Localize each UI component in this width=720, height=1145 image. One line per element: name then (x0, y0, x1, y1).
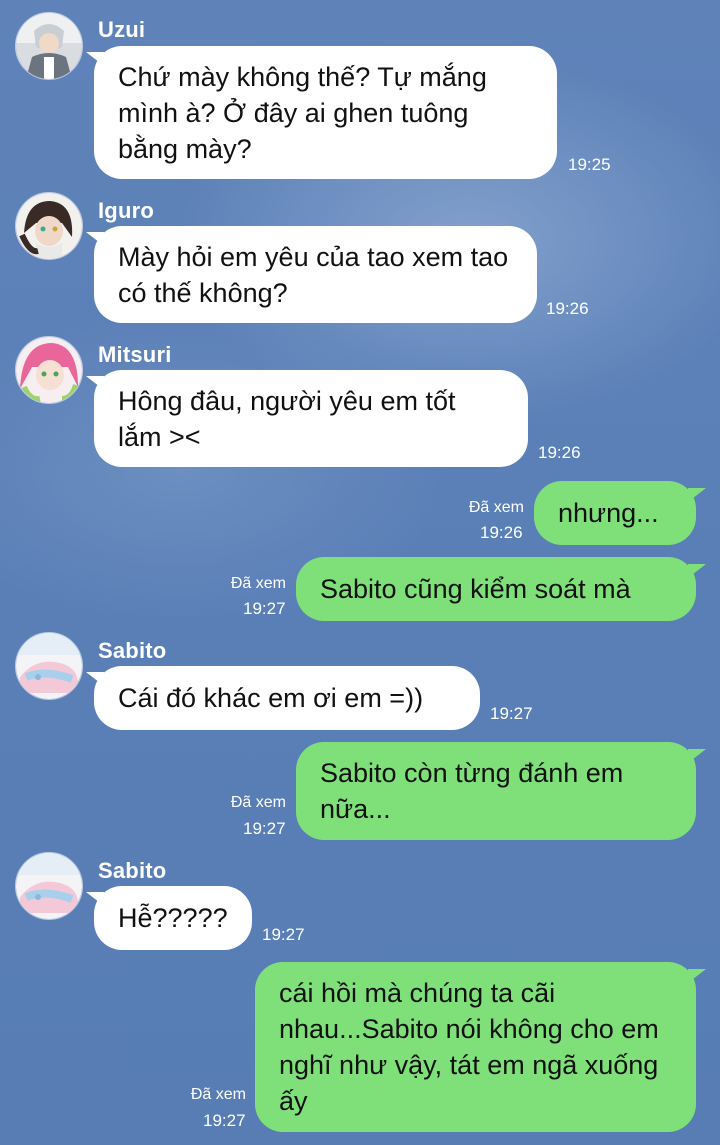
read-receipt: Đã xem (190, 1086, 246, 1103)
message-bubble[interactable]: Hễ????? (94, 886, 252, 950)
message-text: cái hồi mà chúng ta cãi nhau...Sabito nó… (279, 978, 659, 1116)
message-time: 19:25 (568, 155, 611, 174)
sabito-avatar-image (16, 853, 82, 919)
uzui-avatar-image (16, 13, 82, 79)
message-time: 19:26 (480, 523, 523, 542)
message-bubble[interactable]: nhưng... (534, 481, 696, 545)
message-time: 19:26 (538, 443, 581, 462)
message-time: 19:27 (243, 599, 286, 618)
message-text: Mày hỏi em yêu của tao xem tao có thế kh… (118, 241, 509, 308)
read-receipt: Đã xem (468, 499, 524, 516)
mitsuri-avatar-image (16, 337, 82, 403)
message-time: 19:27 (243, 819, 286, 838)
message-bubble[interactable]: Mày hỏi em yêu của tao xem tao có thế kh… (94, 226, 537, 323)
bubble-tail (688, 969, 706, 983)
message-time: 19:27 (490, 704, 533, 723)
iguro-avatar-image (16, 193, 82, 259)
sender-name: Mitsuri (98, 342, 172, 367)
sender-name: Uzui (98, 17, 146, 42)
message-text: Hông đâu, người yêu em tốt lắm >< (118, 385, 456, 452)
message-time: 19:27 (203, 1111, 246, 1130)
sender-name: Sabito (98, 638, 167, 663)
avatar-sabito[interactable] (15, 632, 83, 700)
message-text: Chứ mày không thế? Tự mắng mình à? Ở đây… (118, 61, 487, 164)
bubble-tail (688, 749, 706, 763)
message-bubble[interactable]: Sabito cũng kiểm soát mà (296, 557, 696, 621)
read-receipt: Đã xem (230, 575, 286, 592)
message-bubble[interactable]: Hông đâu, người yêu em tốt lắm >< (94, 370, 528, 467)
sender-name: Sabito (98, 858, 167, 883)
avatar-mitsuri[interactable] (15, 336, 83, 404)
message-text: Hễ????? (118, 903, 228, 933)
bubble-tail (688, 488, 706, 502)
message-bubble[interactable]: cái hồi mà chúng ta cãi nhau...Sabito nó… (255, 962, 696, 1132)
message-bubble[interactable]: Cái đó khác em ơi em =)) (94, 666, 480, 730)
bubble-tail (688, 564, 706, 578)
avatar-iguro[interactable] (15, 192, 83, 260)
message-text: Sabito còn từng đánh em nữa... (320, 758, 624, 824)
sabito-avatar-image (16, 633, 82, 699)
message-time: 19:26 (546, 299, 589, 318)
message-bubble[interactable]: Sabito còn từng đánh em nữa... (296, 742, 696, 840)
read-receipt: Đã xem (230, 794, 286, 811)
message-text: nhưng... (558, 498, 659, 528)
message-time: 19:27 (262, 925, 305, 944)
avatar-sabito[interactable] (15, 852, 83, 920)
avatar-uzui[interactable] (15, 12, 83, 80)
message-bubble[interactable]: Chứ mày không thế? Tự mắng mình à? Ở đây… (94, 46, 557, 179)
message-text: Sabito cũng kiểm soát mà (320, 574, 631, 604)
message-text: Cái đó khác em ơi em =)) (118, 683, 424, 713)
sender-name: Iguro (98, 198, 154, 223)
